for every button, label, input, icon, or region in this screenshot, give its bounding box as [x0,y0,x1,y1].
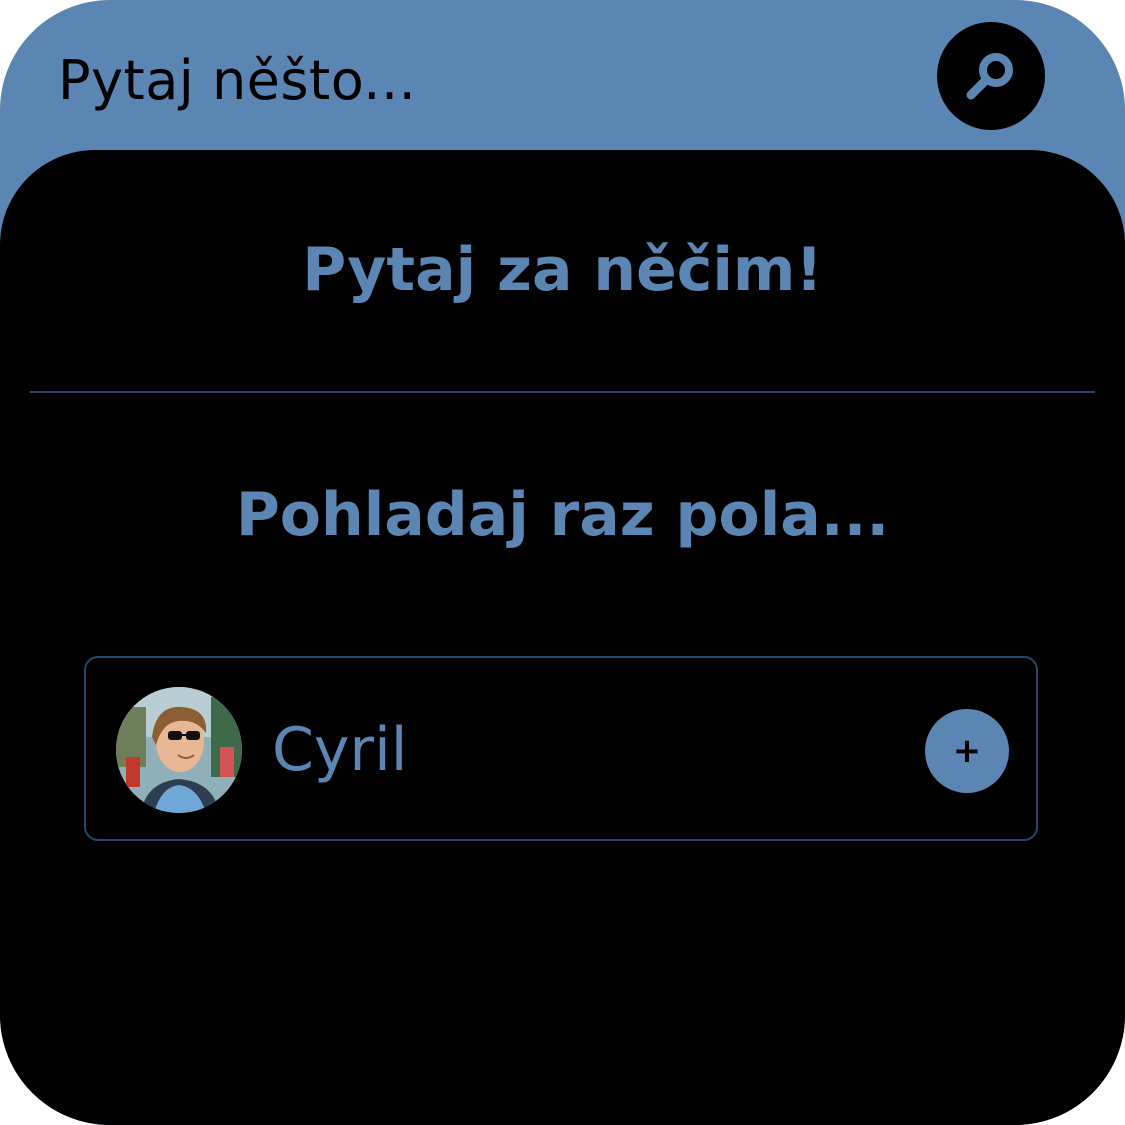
panel-subtitle: Pohladaj raz pola... [235,480,890,550]
divider [30,391,1095,393]
plus-icon: + [952,731,982,771]
user-list-item[interactable]: Cyril + [84,656,1038,841]
avatar [116,687,242,813]
user-name: Cyril [272,715,408,785]
results-panel: Pytaj za něčim! Pohladaj raz pola... Cyr… [0,150,1125,1125]
panel-title: Pytaj za něčim! [302,235,823,305]
search-button[interactable] [937,22,1045,130]
avatar-photo [116,687,242,813]
search-widget: Pytaj za něčim! Pohladaj raz pola... [0,0,1125,1125]
search-icon [966,53,1013,100]
search-input[interactable] [58,40,898,120]
search-bar [0,0,1125,152]
add-user-button[interactable]: + [925,709,1009,793]
